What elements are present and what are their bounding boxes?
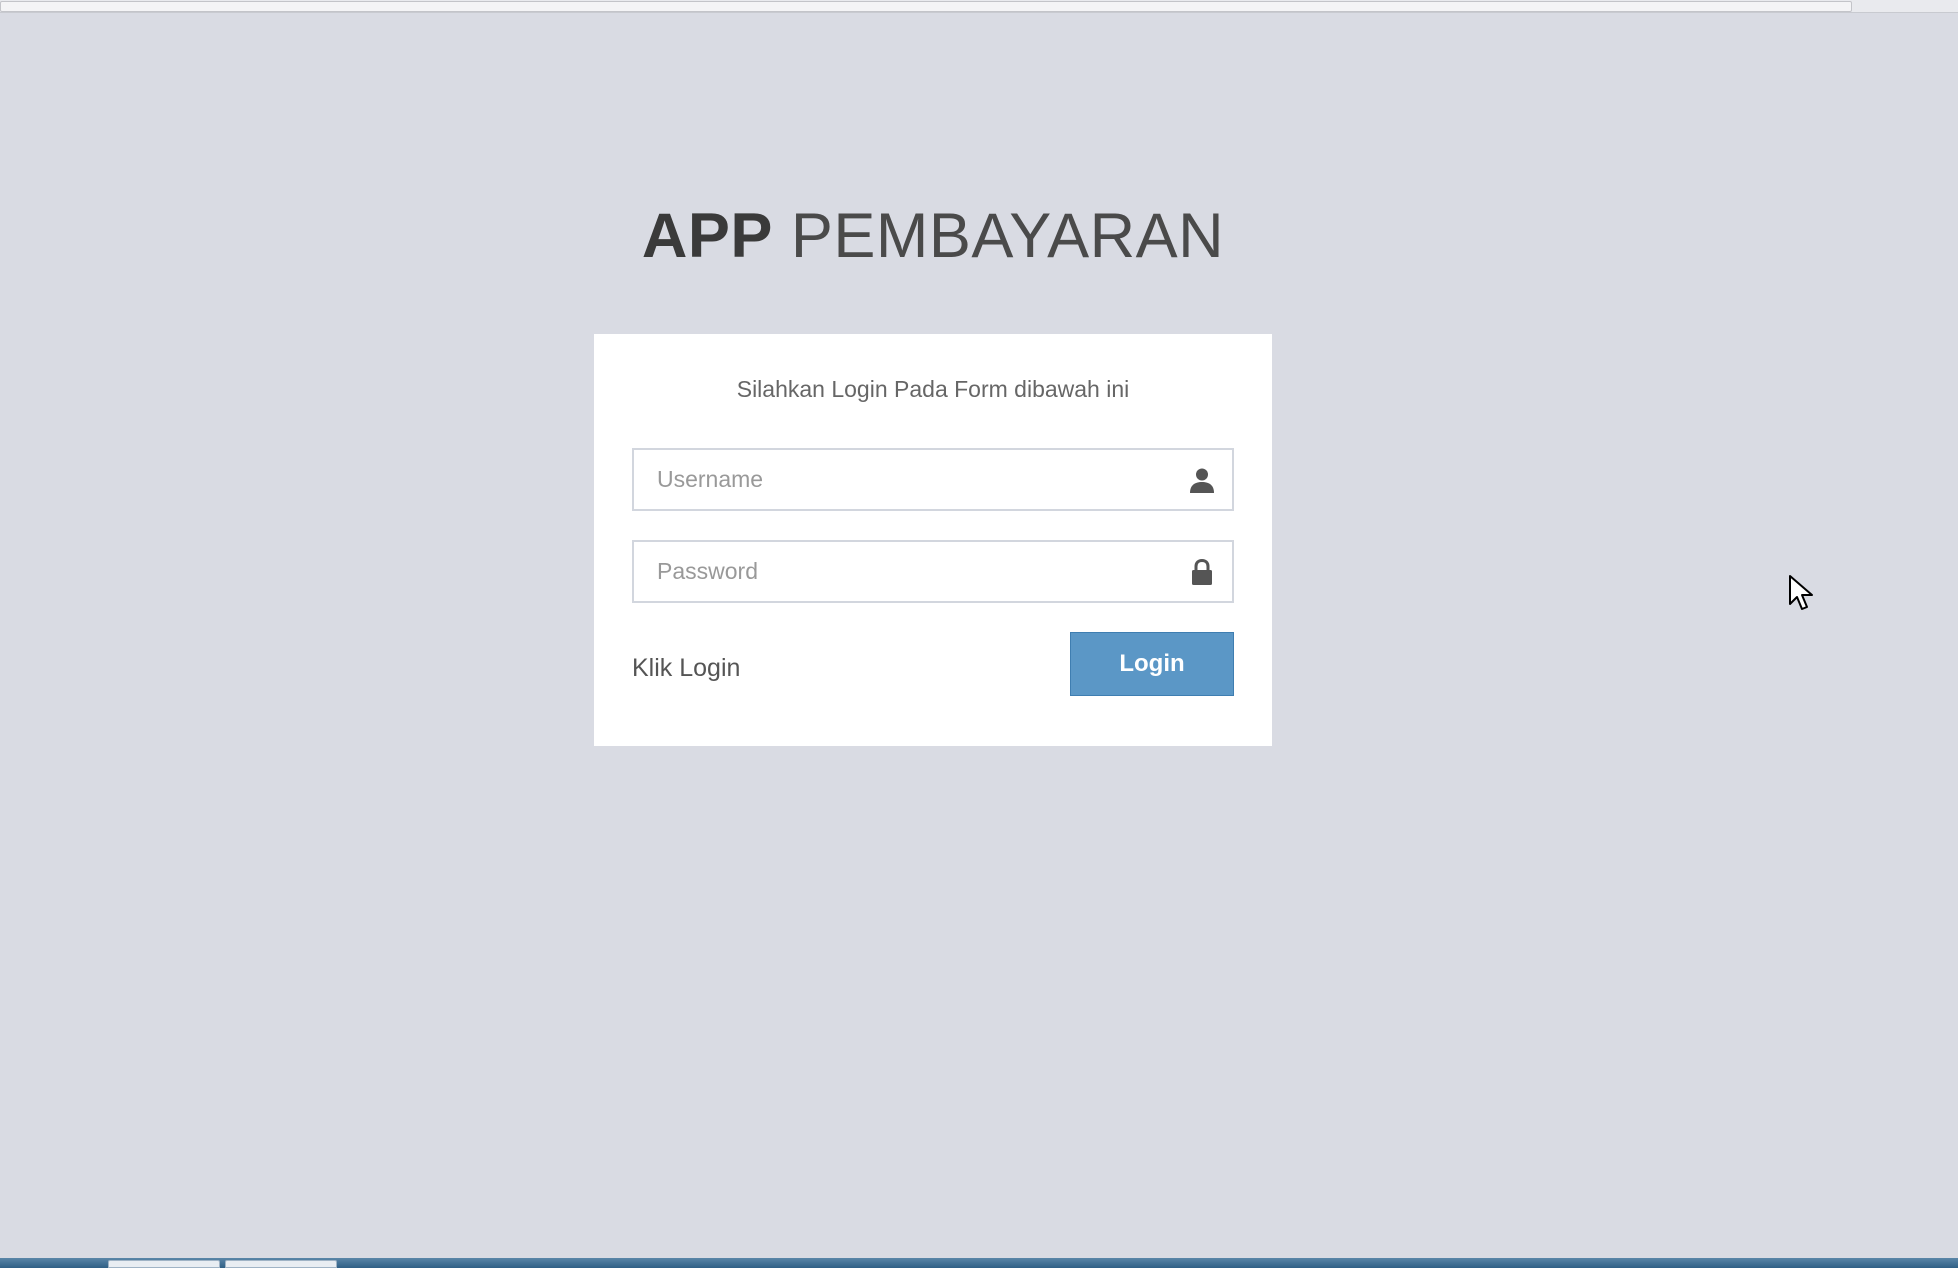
login-hint-text: Klik Login	[632, 654, 741, 682]
scrollbar-thumb[interactable]	[0, 1, 1852, 12]
logo-bold-text: APP	[641, 201, 773, 271]
app-logo: APP PEMBAYARAN	[0, 200, 1866, 272]
user-icon	[1190, 468, 1214, 493]
login-box: Silahkan Login Pada Form dibawah ini Kli…	[594, 334, 1272, 746]
login-button[interactable]: Login	[1070, 632, 1234, 696]
mouse-cursor-icon	[1789, 575, 1813, 610]
horizontal-scrollbar[interactable]	[0, 0, 1958, 13]
username-input[interactable]	[634, 450, 1174, 509]
taskbar-button[interactable]	[225, 1260, 337, 1268]
password-input-group	[632, 540, 1234, 603]
password-input[interactable]	[634, 542, 1174, 601]
logo-light-text: PEMBAYARAN	[790, 201, 1225, 271]
username-input-group	[632, 448, 1234, 511]
lock-icon	[1192, 558, 1212, 585]
taskbar-button[interactable]	[108, 1260, 220, 1268]
login-box-message: Silahkan Login Pada Form dibawah ini	[736, 376, 1130, 402]
page: APP PEMBAYARAN Silahkan Login Pada Form …	[0, 0, 1958, 1268]
